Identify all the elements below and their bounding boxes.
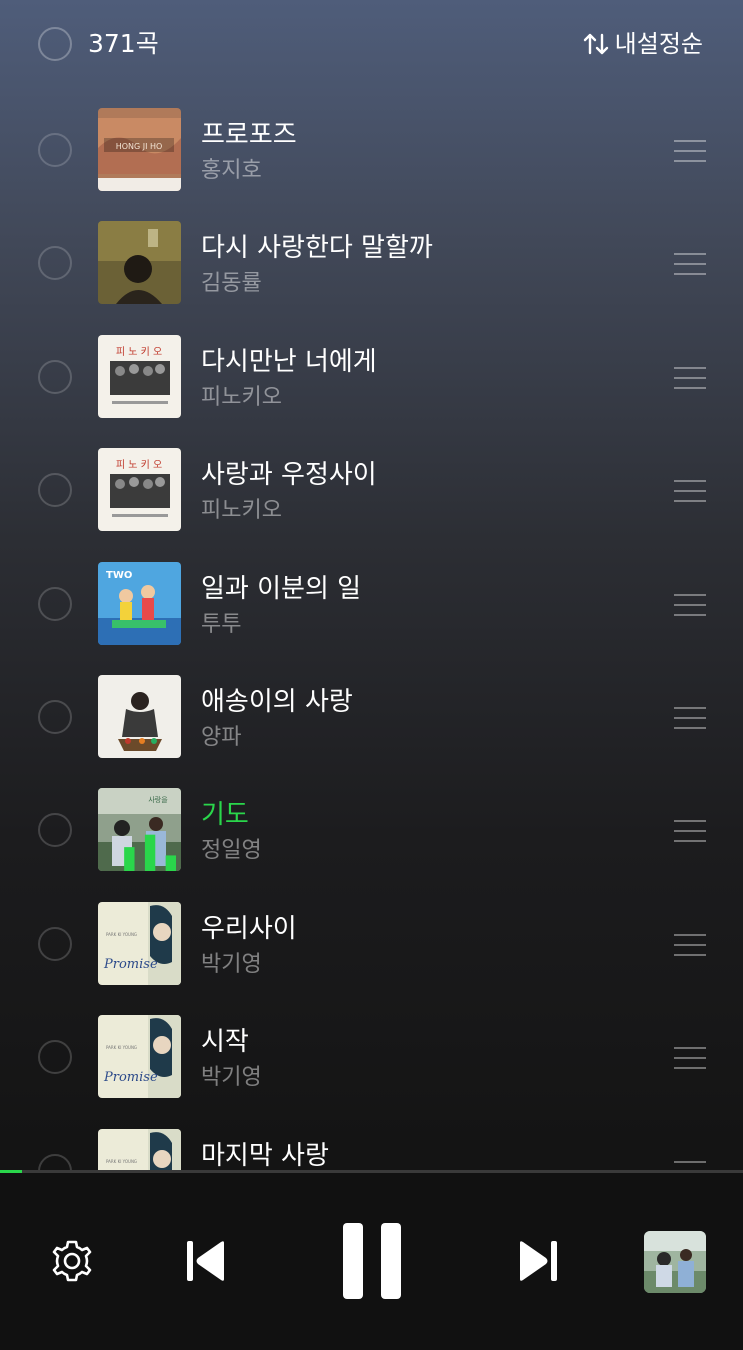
drag-handle-icon[interactable] (674, 140, 706, 162)
song-title: 우리사이 (201, 913, 297, 944)
song-artist: 홍지호 (201, 158, 262, 183)
svg-text:PARK KI YOUNG: PARK KI YOUNG (106, 1159, 137, 1164)
proposal-album-art: HONG JI HO (98, 108, 181, 191)
svg-text:피 노 키 오: 피 노 키 오 (116, 346, 162, 358)
svg-text:Promise: Promise (103, 957, 158, 972)
equalizer-icon (124, 835, 177, 872)
drag-handle-icon[interactable] (674, 480, 706, 503)
album-art: PARK KI YOUNG Promise (98, 1015, 181, 1099)
promise-album-art: PARK KI YOUNGPromise (98, 1128, 181, 1171)
previous-button[interactable] (184, 1237, 228, 1285)
svg-text:피 노 키 오: 피 노 키 오 (116, 459, 162, 471)
album-art: PARK KI YOUNGPromise (98, 1128, 181, 1171)
song-checkbox[interactable] (38, 133, 72, 167)
player-controls (0, 1173, 743, 1350)
svg-text:PARK KI YOUNG: PARK KI YOUNG (106, 1045, 137, 1050)
promise-album-art: PARK KI YOUNG Promise (98, 901, 181, 985)
drag-handle-icon[interactable] (674, 593, 706, 616)
song-title: 다시만난 너에게 (201, 346, 377, 377)
song-row[interactable]: HONG JI HO 프로포즈홍지호 (0, 94, 743, 207)
song-checkbox[interactable] (38, 813, 72, 848)
svg-text:PARK KI YOUNG: PARK KI YOUNG (106, 932, 137, 937)
song-artist: 박기영 (201, 951, 262, 977)
gear-icon (52, 1240, 92, 1282)
song-row[interactable]: 피 노 키 오 다시만난 너에게피노키오 (0, 321, 743, 434)
pinocchio-album-art: 피 노 키 오 (98, 334, 181, 418)
skip-previous-icon (187, 1241, 224, 1281)
song-title: 프로포즈 (201, 120, 297, 150)
select-all-checkbox[interactable] (38, 27, 72, 61)
album-art: 피 노 키 오 (98, 448, 181, 532)
song-artist: 투투 (201, 611, 242, 637)
album-art (98, 674, 181, 758)
kim-dongryul-album-art (98, 221, 181, 305)
album-art: PARK KI YOUNG Promise (98, 901, 181, 985)
song-artist: 피노키오 (201, 498, 282, 524)
yangpa-album-art (98, 674, 181, 758)
list-header: 371곡 내설정순 (0, 0, 743, 88)
now-playing-album-art[interactable] (644, 1231, 706, 1293)
album-art: 사랑을 (98, 788, 181, 872)
song-title: 마지막 사랑 (201, 1140, 329, 1171)
song-checkbox[interactable] (38, 926, 72, 961)
song-title: 다시 사랑한다 말할까 (201, 233, 433, 264)
pause-button[interactable] (343, 1223, 401, 1299)
drama-ost-album-art (644, 1231, 706, 1293)
song-row[interactable]: PARK KI YOUNG Promise 시작박기영 (0, 1001, 743, 1114)
drag-handle-icon[interactable] (674, 706, 706, 729)
song-checkbox[interactable] (38, 1040, 72, 1075)
song-count: 371곡 (88, 29, 159, 58)
svg-text:HONG JI HO: HONG JI HO (116, 142, 163, 151)
album-art: HONG JI HO (98, 108, 181, 191)
svg-text:사랑을: 사랑을 (148, 795, 168, 804)
song-row[interactable]: 사랑을기도정일영 (0, 774, 743, 887)
song-checkbox[interactable] (38, 586, 72, 621)
sort-label: 내설정순 (614, 30, 703, 58)
drag-handle-icon[interactable] (674, 933, 706, 956)
next-button[interactable] (516, 1237, 560, 1285)
two-two-album-art: TWO (98, 561, 181, 645)
song-artist: 정일영 (201, 838, 262, 864)
drag-handle-icon[interactable] (674, 1047, 706, 1070)
song-title: 시작 (201, 1027, 249, 1058)
pinocchio-album-art: 피 노 키 오 (98, 448, 181, 532)
drag-handle-icon[interactable] (674, 820, 706, 843)
song-checkbox[interactable] (38, 473, 72, 508)
song-list[interactable]: HONG JI HO 프로포즈홍지호다시 사랑한다 말할까김동률피 노 키 오 다시… (0, 94, 743, 1171)
sort-arrows-icon (583, 33, 608, 55)
settings-button[interactable] (50, 1239, 94, 1283)
song-title: 일과 이분의 일 (201, 573, 362, 604)
skip-next-icon (520, 1241, 557, 1281)
song-checkbox[interactable] (38, 246, 72, 281)
song-checkbox[interactable] (38, 699, 72, 734)
promise-album-art: PARK KI YOUNG Promise (98, 1015, 181, 1099)
song-title: 사랑과 우정사이 (201, 460, 377, 491)
song-row[interactable]: 다시 사랑한다 말할까김동률 (0, 207, 743, 320)
song-artist: 김동률 (201, 271, 262, 297)
svg-text:Promise: Promise (103, 1070, 158, 1085)
song-title: 기도 (201, 800, 249, 831)
pause-icon (343, 1223, 401, 1299)
drag-handle-icon[interactable] (674, 253, 706, 276)
song-artist: 피노키오 (201, 384, 282, 410)
album-art (98, 221, 181, 305)
song-checkbox[interactable] (38, 1153, 72, 1171)
album-art: 피 노 키 오 (98, 334, 181, 418)
song-checkbox[interactable] (38, 359, 72, 394)
song-row[interactable]: 애송이의 사랑양파 (0, 661, 743, 774)
song-artist: 양파 (201, 724, 242, 750)
svg-text:TWO: TWO (106, 570, 132, 581)
song-row[interactable]: TWO 일과 이분의 일투투 (0, 548, 743, 661)
album-art: TWO (98, 561, 181, 645)
drag-handle-icon[interactable] (674, 366, 706, 389)
song-row[interactable]: PARK KI YOUNGPromise 마지막 사랑 (0, 1115, 743, 1171)
sort-button[interactable]: 내설정순 (583, 27, 703, 61)
song-row[interactable]: PARK KI YOUNG Promise 우리사이박기영 (0, 888, 743, 1001)
song-artist: 박기영 (201, 1065, 262, 1091)
song-title: 애송이의 사랑 (201, 686, 353, 717)
song-row[interactable]: 피 노 키 오 사랑과 우정사이피노키오 (0, 434, 743, 547)
